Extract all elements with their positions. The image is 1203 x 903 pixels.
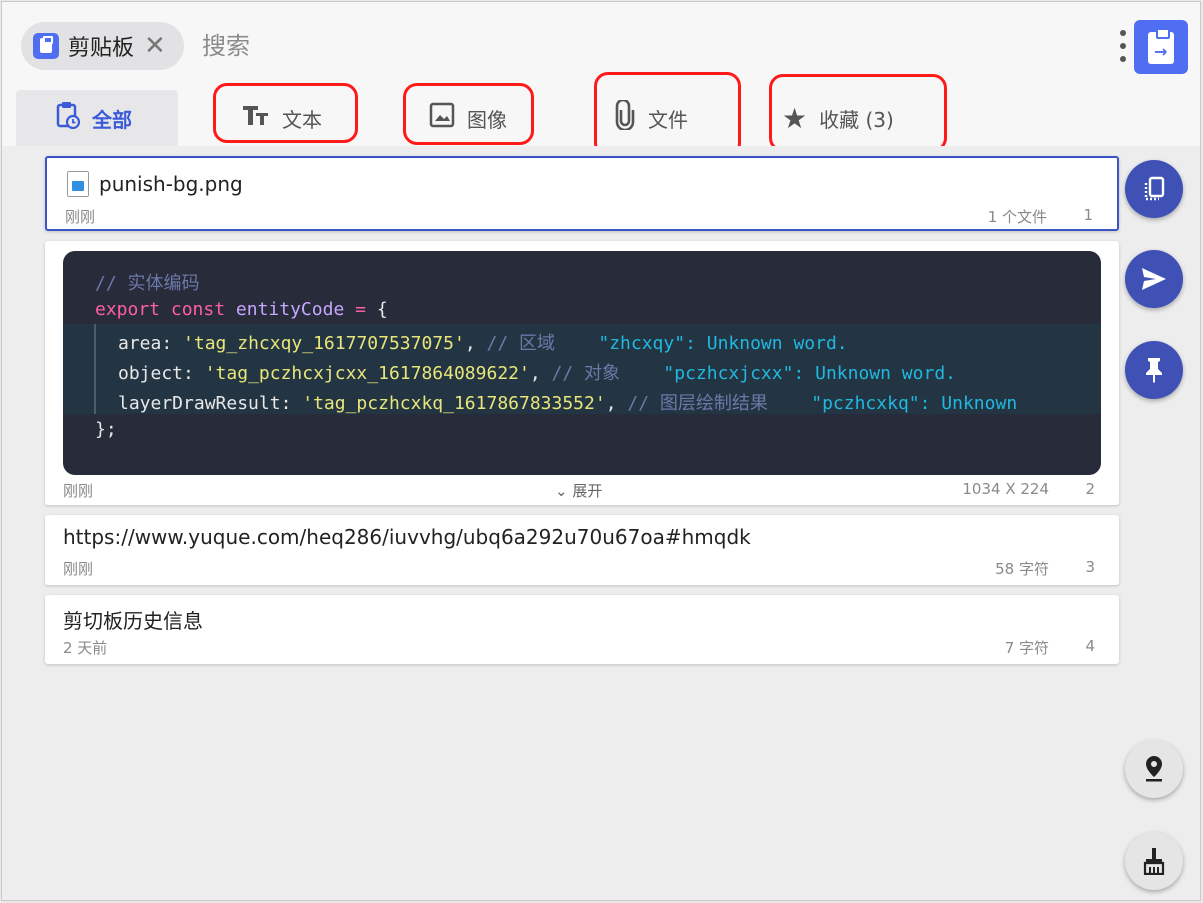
list-item[interactable]: // 实体编码 export const entityCode = { area… [45,241,1119,505]
clipboard-window: 剪贴板 ✕ → 全部 文本 图像 [1,1,1201,901]
list-item[interactable]: https://www.yuque.com/heq286/iuvvhg/ubq6… [45,515,1119,585]
code-warning: "pczhcxjcxx": Unknown word. [663,363,956,384]
code-string: 'tag_pczhcxjcxx_1617864089622' [204,363,530,384]
tab-label: 文件 [648,107,688,132]
send-icon [1142,268,1166,290]
tab-label: 收藏 (3) [819,107,894,132]
clipboard-icon [33,33,59,59]
code-image-preview: // 实体编码 export const entityCode = { area… [63,251,1101,475]
item-info: 1034 X 224 [962,480,1049,498]
code-keyword: export [95,299,161,320]
pin-button[interactable] [1125,341,1183,399]
tab-image[interactable]: 图像 [429,90,507,146]
chip-label: 剪贴板 [68,36,135,61]
code-property: object [118,363,184,384]
code-brace: { [376,299,388,320]
code-brace: }; [95,419,117,440]
location-button[interactable] [1125,740,1183,798]
code-string: 'tag_zhcxqy_1617707537075' [183,333,465,354]
image-icon [429,102,455,134]
item-info: 7 字符 [1004,639,1049,657]
tab-favorites[interactable]: ★ 收藏 (3) [782,90,894,146]
clipboard-filter-chip[interactable]: 剪贴板 ✕ [21,22,184,70]
item-time: 2 天前 [63,639,108,657]
item-index: 4 [1085,637,1095,655]
expand-button[interactable]: ⌄ 展开 [555,480,602,501]
clipboard-list: punish-bg.png 刚刚 1 个文件 1 // 实体编码 export … [2,146,1200,900]
code-property: layerDrawResult [118,393,281,414]
copy-icon [1144,176,1165,201]
code-operator: = [355,299,366,320]
clipboard-clock-icon [56,101,81,135]
star-icon: ★ [782,101,808,135]
copy-button[interactable] [1125,160,1183,218]
code-identifier: entityCode [235,299,345,320]
code-keyword: const [170,299,226,320]
code-warning: "zhcxqy": Unknown word. [598,333,848,354]
item-info: 58 字符 [995,560,1049,578]
item-time: 刚刚 [63,482,94,500]
tab-all[interactable]: 全部 [16,90,178,146]
search-input[interactable] [202,26,802,66]
item-time: 刚刚 [65,208,96,226]
item-title: punish-bg.png [99,172,243,196]
image-file-icon [67,171,89,197]
code-comment: // 图层绘制结果 [627,393,768,414]
code-comment: // 区域 [486,333,556,354]
item-index: 3 [1085,558,1095,576]
text-icon [242,104,270,132]
clear-button[interactable] [1125,832,1183,890]
tab-text[interactable]: 文本 [242,90,322,146]
item-index: 2 [1085,480,1095,498]
pin-icon [1146,358,1162,383]
code-warning: "pczhcxkq": Unknown [811,393,1018,414]
paperclip-icon [614,98,636,136]
item-time: 刚刚 [63,560,94,578]
code-comment: // 对象 [551,363,621,384]
code-string: 'tag_pczhcxkq_1617867833552' [302,393,606,414]
tab-label: 图像 [467,107,507,132]
list-item[interactable]: 剪切板历史信息 2 天前 7 字符 4 [45,595,1119,664]
tab-label: 文本 [282,107,322,132]
item-index: 1 [1083,206,1093,224]
expand-label: 展开 [572,482,603,500]
tab-label: 全部 [92,107,132,132]
item-title: https://www.yuque.com/heq286/iuvvhg/ubq6… [63,525,751,549]
header-bar: 剪贴板 ✕ → [2,2,1200,90]
chevron-down-icon: ⌄ [555,482,568,500]
tab-file[interactable]: 文件 [614,90,688,146]
item-info: 1 个文件 [987,208,1047,226]
code-comment: // 实体编码 [95,273,200,294]
location-pin-icon [1146,756,1162,782]
code-property: area [118,333,162,354]
send-button[interactable] [1125,250,1183,308]
broom-icon [1143,848,1165,875]
more-menu-icon[interactable] [1116,28,1130,64]
category-tabs: 全部 文本 图像 文件 ★ 收藏 (3) [2,90,1200,146]
paste-to-app-button[interactable]: → [1134,20,1188,74]
close-icon[interactable]: ✕ [144,33,166,59]
list-item[interactable]: punish-bg.png 刚刚 1 个文件 1 [45,156,1119,231]
item-title: 剪切板历史信息 [63,609,203,633]
